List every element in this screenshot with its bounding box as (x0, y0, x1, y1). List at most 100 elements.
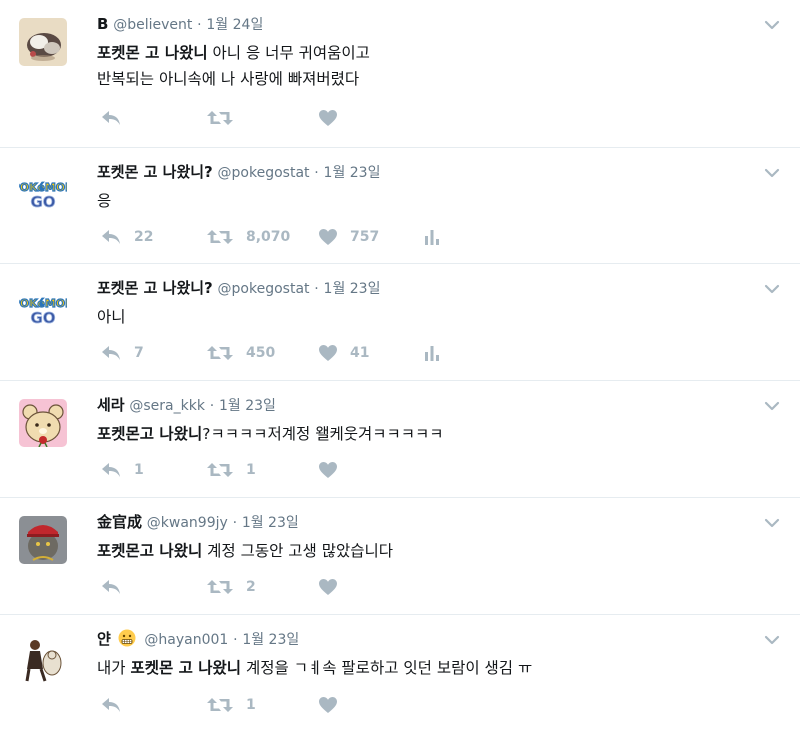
tweet-text: 포켓몬고 나왔니 계정 그동안 고생 많았습니다 (97, 538, 393, 564)
reply-icon (102, 463, 120, 477)
tweet-text: 포켓몬고 나왔니?ㅋㅋㅋㅋ저계정 왤케웃겨ㅋㅋㅋㅋㅋ (97, 421, 444, 447)
username[interactable]: @pokegostat (218, 165, 310, 181)
timestamp[interactable]: 1월 23일 (324, 165, 381, 181)
chevron-down-icon[interactable] (764, 20, 780, 30)
retweet-icon (207, 580, 233, 594)
timestamp[interactable]: 1월 23일 (324, 281, 381, 297)
username[interactable]: @believent (113, 17, 192, 33)
chevron-down-icon[interactable] (764, 168, 780, 178)
avatar-logo-bottom-text: GO (30, 309, 55, 327)
analytics-button[interactable] (424, 226, 440, 248)
like-button[interactable]: 757 (318, 226, 379, 248)
retweet-icon (207, 698, 233, 712)
avatar-hayan001[interactable] (19, 635, 67, 683)
tweet-header: 포켓몬 고 나왔니? @pokegostat · 1월 23일 (97, 278, 380, 299)
tweet-3[interactable]: 세라 @sera_kkk · 1월 23일 포켓몬고 나왔니?ㅋㅋㅋㅋ저계정 왤… (0, 381, 800, 498)
reply-count: 1 (134, 462, 144, 478)
tweet-0[interactable]: B @believent · 1월 24일 포켓몬 고 나왔니 아니 응 너무 … (0, 0, 800, 148)
display-name[interactable]: B (97, 15, 108, 33)
chevron-down-icon[interactable] (764, 401, 780, 411)
retweet-count: 8,070 (246, 229, 291, 245)
separator-dot: · (197, 17, 202, 33)
retweet-icon (207, 463, 233, 477)
tweet-4[interactable]: 金官成 @kwan99jy · 1월 23일 포켓몬고 나왔니 계정 그동안 고… (0, 498, 800, 615)
username[interactable]: @sera_kkk (129, 398, 205, 414)
chevron-down-icon[interactable] (764, 284, 780, 294)
tweet-header: B @believent · 1월 24일 (97, 14, 263, 35)
timestamp[interactable]: 1월 23일 (219, 398, 276, 414)
reply-button[interactable]: 22 (100, 226, 153, 248)
username[interactable]: @pokegostat (218, 281, 310, 297)
reply-count: 7 (134, 345, 144, 361)
like-button[interactable] (318, 107, 350, 129)
avatar-sera-kkk[interactable] (19, 399, 67, 447)
search-keyword: 포켓몬 고 나왔니 (130, 659, 242, 677)
reply-count: 22 (134, 229, 154, 245)
search-keyword: 포켓몬고 나왔니 (97, 425, 203, 443)
tweet-text-pre: 내가 (97, 659, 131, 677)
retweet-count: 1 (246, 462, 256, 478)
reply-icon (102, 111, 120, 125)
separator-dot: · (233, 632, 238, 648)
reply-icon (102, 346, 120, 360)
chevron-down-icon[interactable] (764, 518, 780, 528)
reply-button[interactable]: 1 (100, 459, 144, 481)
like-icon (319, 110, 337, 126)
retweet-button[interactable]: 8,070 (206, 226, 290, 248)
reply-icon (102, 580, 120, 594)
like-button[interactable] (318, 694, 350, 716)
retweet-icon (207, 346, 233, 360)
tweet-text: 내가 포켓몬 고 나왔니 계정을 ㄱㅖ속 팔로하고 잇던 보람이 생김 ㅠ (97, 655, 532, 681)
reply-button[interactable] (100, 576, 134, 598)
retweet-button[interactable]: 2 (206, 576, 256, 598)
like-button[interactable]: 41 (318, 342, 369, 364)
reply-button[interactable]: 7 (100, 342, 144, 364)
reply-button[interactable] (100, 107, 134, 129)
timestamp[interactable]: 1월 24일 (206, 17, 263, 33)
retweet-button[interactable]: 450 (206, 342, 275, 364)
tweet-text-rest: ?ㅋㅋㅋㅋ저계정 왤케웃겨ㅋㅋㅋㅋㅋ (202, 425, 444, 443)
tweet-1[interactable]: POKéMON GO 포켓몬 고 나왔니? @pokegostat · 1월 2… (0, 148, 800, 264)
retweet-count: 450 (246, 345, 276, 361)
tweet-header: 포켓몬 고 나왔니? @pokegostat · 1월 23일 (97, 162, 380, 183)
tweet-text: 아니 (97, 304, 126, 330)
avatar-believent[interactable] (19, 18, 67, 66)
display-name[interactable]: 포켓몬 고 나왔니? (97, 163, 213, 181)
tweet-text-rest: 계정 그동안 고생 많았습니다 (202, 542, 394, 560)
separator-dot: · (314, 281, 319, 297)
display-name[interactable]: 세라 (97, 396, 125, 414)
username[interactable]: @kwan99jy (147, 515, 228, 531)
tweet-5[interactable]: 얀 @hayan001 · 1월 23일 내가 포켓몬 고 나왔니 계정을 ㄱㅖ… (0, 615, 800, 729)
display-name[interactable]: 얀 (97, 630, 111, 648)
retweet-button[interactable]: 1 (206, 694, 256, 716)
display-name[interactable]: 金官成 (97, 513, 142, 531)
like-icon (319, 697, 337, 713)
like-icon (319, 345, 337, 361)
timestamp[interactable]: 1월 23일 (242, 632, 299, 648)
username[interactable]: @hayan001 (144, 632, 228, 648)
analytics-icon (425, 230, 439, 245)
reply-button[interactable] (100, 694, 134, 716)
like-count: 41 (350, 345, 370, 361)
display-name[interactable]: 포켓몬 고 나왔니? (97, 279, 213, 297)
chevron-down-icon[interactable] (764, 635, 780, 645)
tweet-2[interactable]: POKéMON GO 포켓몬 고 나왔니? @pokegostat · 1월 2… (0, 264, 800, 381)
retweet-count: 1 (246, 697, 256, 713)
retweet-button[interactable] (206, 107, 246, 129)
like-button[interactable] (318, 576, 350, 598)
grimace-emoji (118, 629, 136, 647)
like-icon (319, 229, 337, 245)
avatar-pokegostat[interactable]: POKéMON GO (19, 286, 67, 334)
separator-dot: · (209, 398, 215, 414)
timestamp[interactable]: 1월 23일 (242, 515, 299, 531)
retweet-count: 2 (246, 579, 256, 595)
search-keyword: 포켓몬 고 나왔니 (97, 44, 208, 62)
avatar-kwan99jy[interactable] (19, 516, 67, 564)
analytics-icon (425, 346, 439, 361)
retweet-button[interactable]: 1 (206, 459, 256, 481)
like-button[interactable] (318, 459, 350, 481)
analytics-button[interactable] (424, 342, 440, 364)
separator-dot: · (314, 165, 319, 181)
avatar-pokegostat[interactable]: POKéMON GO (19, 170, 67, 218)
tweet-header: 세라 @sera_kkk · 1월 23일 (97, 395, 276, 416)
